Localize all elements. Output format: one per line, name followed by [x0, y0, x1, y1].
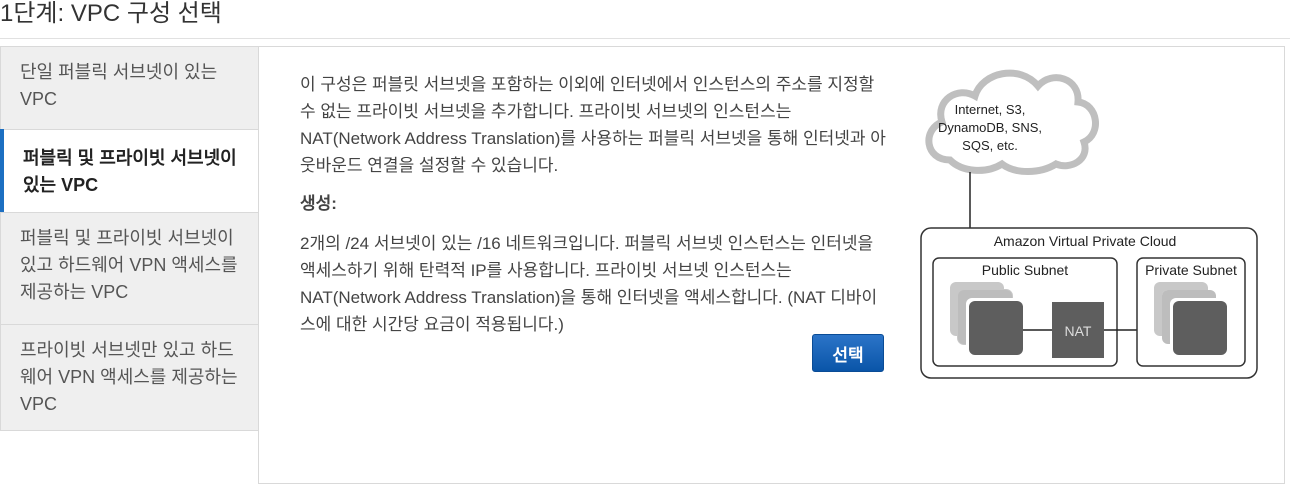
page-title: 1단계: VPC 구성 선택 — [0, 0, 222, 27]
creates-description: 2개의 /24 서브넷이 있는 /16 네트워크입니다. 퍼블릭 서브넷 인스턴… — [300, 234, 878, 334]
title-divider — [0, 38, 1290, 39]
sidebar-item-single-public-subnet[interactable]: 단일 퍼블릭 서브넷이 있는 VPC — [0, 46, 259, 129]
nat-label: NAT — [1065, 323, 1092, 339]
public-instances-icon — [950, 282, 1023, 355]
cloud-label-line3: SQS, etc. — [962, 138, 1018, 153]
cloud-label-line2: DynamoDB, SNS, — [938, 120, 1042, 135]
vpc-label: Amazon Virtual Private Cloud — [994, 233, 1177, 249]
sidebar-item-private-vpn-only[interactable]: 프라이빗 서브넷만 있고 하드웨어 VPN 액세스를 제공하는 VPC — [0, 324, 259, 431]
sidebar-item-public-private-vpn[interactable]: 퍼블릭 및 프라이빗 서브넷이 있고 하드웨어 VPN 액세스를 제공하는 VP… — [0, 212, 259, 324]
config-description: 이 구성은 퍼블릿 서브넷을 포함하는 이외에 인터넷에서 인스턴스의 주소를 … — [300, 75, 886, 175]
public-subnet-label: Public Subnet — [982, 262, 1069, 278]
private-subnet-label: Private Subnet — [1145, 262, 1237, 278]
creates-heading: 생성: — [300, 194, 337, 213]
vpc-config-sidebar: 단일 퍼블릭 서브넷이 있는 VPC 퍼블릭 및 프라이빗 서브넷이 있는 VP… — [0, 46, 259, 431]
select-button[interactable]: 선택 — [812, 334, 884, 372]
vpc-architecture-diagram: Internet, S3, DynamoDB, SNS, SQS, etc. A… — [920, 69, 1258, 379]
sidebar-item-public-private-subnets[interactable]: 퍼블릭 및 프라이빗 서브넷이 있는 VPC — [0, 129, 259, 213]
cloud-label-line1: Internet, S3, — [955, 102, 1026, 117]
